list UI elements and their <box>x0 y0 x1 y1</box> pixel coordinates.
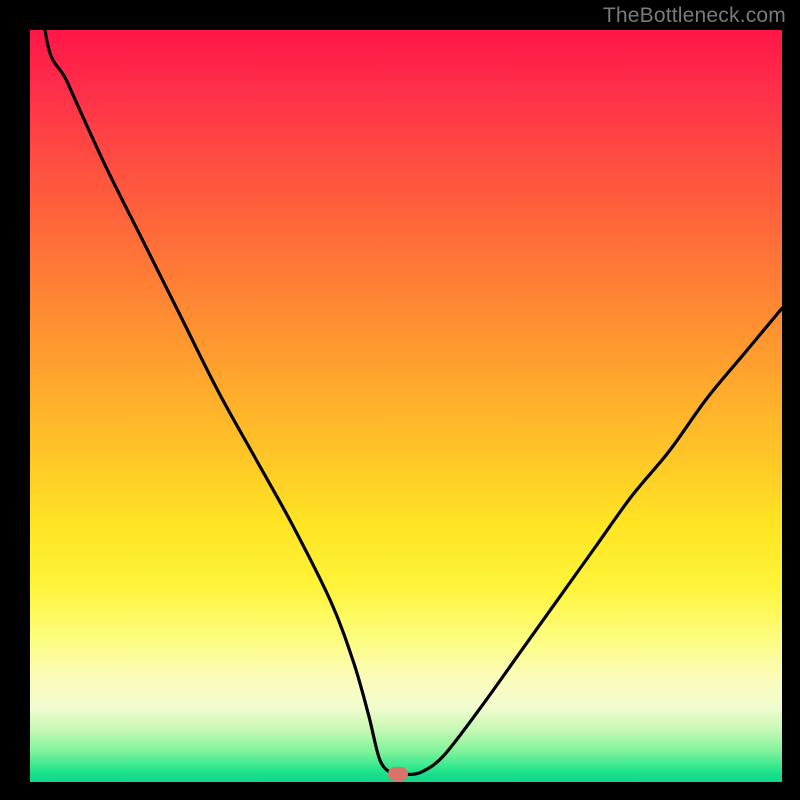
optimum-marker <box>388 767 408 781</box>
plot-area <box>30 30 782 782</box>
curve-svg <box>30 30 782 782</box>
bottleneck-curve <box>30 30 782 775</box>
watermark-text: TheBottleneck.com <box>603 4 786 28</box>
chart-frame: TheBottleneck.com <box>0 0 800 800</box>
